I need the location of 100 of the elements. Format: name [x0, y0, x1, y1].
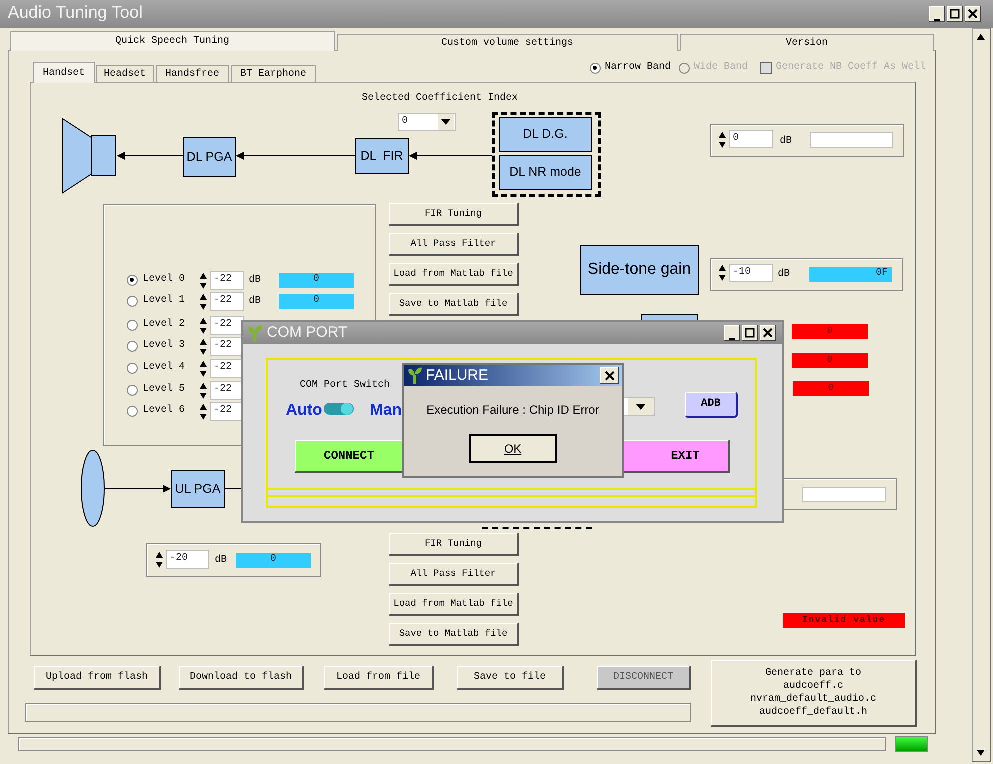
tool-button[interactable]: Save to Matlab file	[389, 293, 519, 316]
level-label[interactable]: Level 2	[143, 318, 186, 332]
tool-button[interactable]: Save to Matlab file	[389, 623, 519, 646]
spin-buttons[interactable]	[199, 381, 208, 401]
spin-buttons[interactable]	[199, 316, 208, 336]
sprout-icon	[247, 325, 263, 342]
action-button[interactable]: Load from file	[324, 666, 434, 690]
scroll-down-icon[interactable]	[976, 748, 986, 758]
diagram-node: DL NR mode	[499, 155, 592, 190]
tab[interactable]: Version	[680, 34, 934, 51]
spin-buttons[interactable]	[199, 402, 208, 422]
level-reading: 0F	[809, 267, 892, 282]
gain-field[interactable]: 0	[729, 130, 773, 148]
spin-buttons[interactable]	[718, 263, 727, 283]
action-button[interactable]: Save to file	[457, 666, 564, 690]
gain-field[interactable]: -20	[166, 550, 209, 569]
diagram-node: DL D.G.	[499, 117, 592, 152]
action-button[interactable]: Upload from flash	[34, 666, 161, 690]
tool-button[interactable]: Load from Matlab file	[389, 593, 519, 616]
gain-field[interactable]: -22	[210, 402, 244, 421]
exit-button[interactable]: EXIT	[622, 440, 730, 473]
tab[interactable]: Quick Speech Tuning	[10, 31, 335, 51]
tool-button[interactable]: FIR Tuning	[389, 203, 519, 226]
spin-buttons[interactable]	[199, 271, 208, 291]
side-tone-gain-block: Side-tone gain	[580, 245, 699, 295]
close-button[interactable]	[760, 325, 776, 341]
radio-button[interactable]	[127, 296, 138, 307]
adb-button[interactable]: ADB	[685, 392, 738, 418]
arrow	[105, 484, 171, 494]
dialog-title: COM PORT	[243, 322, 782, 344]
gain-field[interactable]: -22	[210, 337, 244, 356]
diagram-node: UL PGA	[171, 470, 225, 508]
unit-label: dB	[215, 554, 228, 568]
gain-field[interactable]: -22	[210, 359, 244, 378]
radio-button[interactable]	[127, 275, 138, 286]
level-reading: 0	[279, 273, 354, 288]
level-label[interactable]: Level 3	[143, 339, 186, 353]
radio-button[interactable]	[590, 63, 601, 74]
gain-field[interactable]: -22	[210, 292, 244, 311]
tab[interactable]: Headset	[96, 65, 154, 83]
gain-field[interactable]: -22	[210, 381, 244, 400]
action-button[interactable]: Download to flash	[179, 666, 304, 690]
close-icon	[968, 9, 978, 20]
tool-button[interactable]: All Pass Filter	[389, 563, 519, 586]
tool-button[interactable]: FIR Tuning	[389, 533, 519, 556]
ok-button[interactable]: OK	[469, 434, 557, 463]
scroll-up-icon[interactable]	[976, 32, 986, 42]
spin-buttons[interactable]	[199, 292, 208, 312]
spin-buttons[interactable]	[718, 130, 727, 150]
diagram-node: DL PGA	[183, 137, 236, 177]
tab[interactable]: Handsfree	[156, 65, 229, 83]
level-label[interactable]: Level 6	[143, 404, 186, 418]
minimize-button[interactable]	[929, 6, 945, 22]
radio-button[interactable]	[127, 406, 138, 417]
radio-button[interactable]	[127, 341, 138, 352]
tab[interactable]: BT Earphone	[231, 65, 316, 83]
spin-buttons[interactable]	[155, 550, 164, 570]
spin-buttons[interactable]	[199, 337, 208, 357]
close-button[interactable]	[600, 367, 619, 384]
speaker-icon	[62, 118, 117, 194]
close-icon	[763, 328, 773, 338]
maximize-icon	[950, 9, 960, 20]
level-label[interactable]: Level 1	[143, 294, 186, 308]
minimize-button[interactable]	[724, 325, 740, 341]
microphone-icon	[80, 449, 106, 528]
close-button[interactable]	[965, 6, 981, 22]
radio-label[interactable]: Narrow Band	[605, 61, 672, 75]
radio-button[interactable]	[127, 385, 138, 396]
level-reading: 0	[279, 294, 354, 309]
diagram-node: DL FIR	[355, 138, 409, 174]
error-message: Execution Failure : Chip ID Error	[426, 403, 600, 417]
coefficient-label: Selected Coefficient Index	[362, 92, 518, 106]
level-label[interactable]: Level 0	[143, 273, 186, 287]
maximize-button[interactable]	[947, 6, 963, 22]
arrow	[117, 151, 183, 161]
spin-buttons[interactable]	[199, 359, 208, 379]
level-label[interactable]: Level 4	[143, 361, 186, 375]
toggle-switch[interactable]	[324, 402, 355, 416]
level-label[interactable]: Level 5	[143, 383, 186, 397]
unit-label: dB	[249, 274, 262, 288]
minimize-icon	[934, 18, 940, 20]
tab[interactable]: Handset	[33, 62, 95, 83]
status-led	[895, 736, 928, 752]
warning-label: Invalid value	[783, 613, 905, 628]
gain-field[interactable]: -22	[210, 316, 244, 335]
gain-field[interactable]: -10	[729, 264, 773, 282]
generate-button[interactable]: Generate para to audcoeff.c nvram_default_audio.c audcoeff_default.h	[711, 660, 917, 727]
level-reading: 0	[236, 553, 311, 568]
unit-label: dB	[780, 135, 792, 149]
scrollbar[interactable]	[972, 28, 991, 762]
gain-field[interactable]: -22	[210, 271, 244, 290]
radio-button[interactable]	[127, 320, 138, 331]
tool-button[interactable]: All Pass Filter	[389, 233, 519, 256]
tab[interactable]: Custom volume settings	[337, 34, 678, 51]
radio-button[interactable]	[127, 363, 138, 374]
maximize-button[interactable]	[742, 325, 758, 341]
error-reading: 0	[792, 324, 868, 339]
tool-button[interactable]: Load from Matlab file	[389, 263, 519, 286]
error-reading: 0	[793, 381, 869, 396]
dialog-title: FAILURE	[404, 365, 622, 386]
